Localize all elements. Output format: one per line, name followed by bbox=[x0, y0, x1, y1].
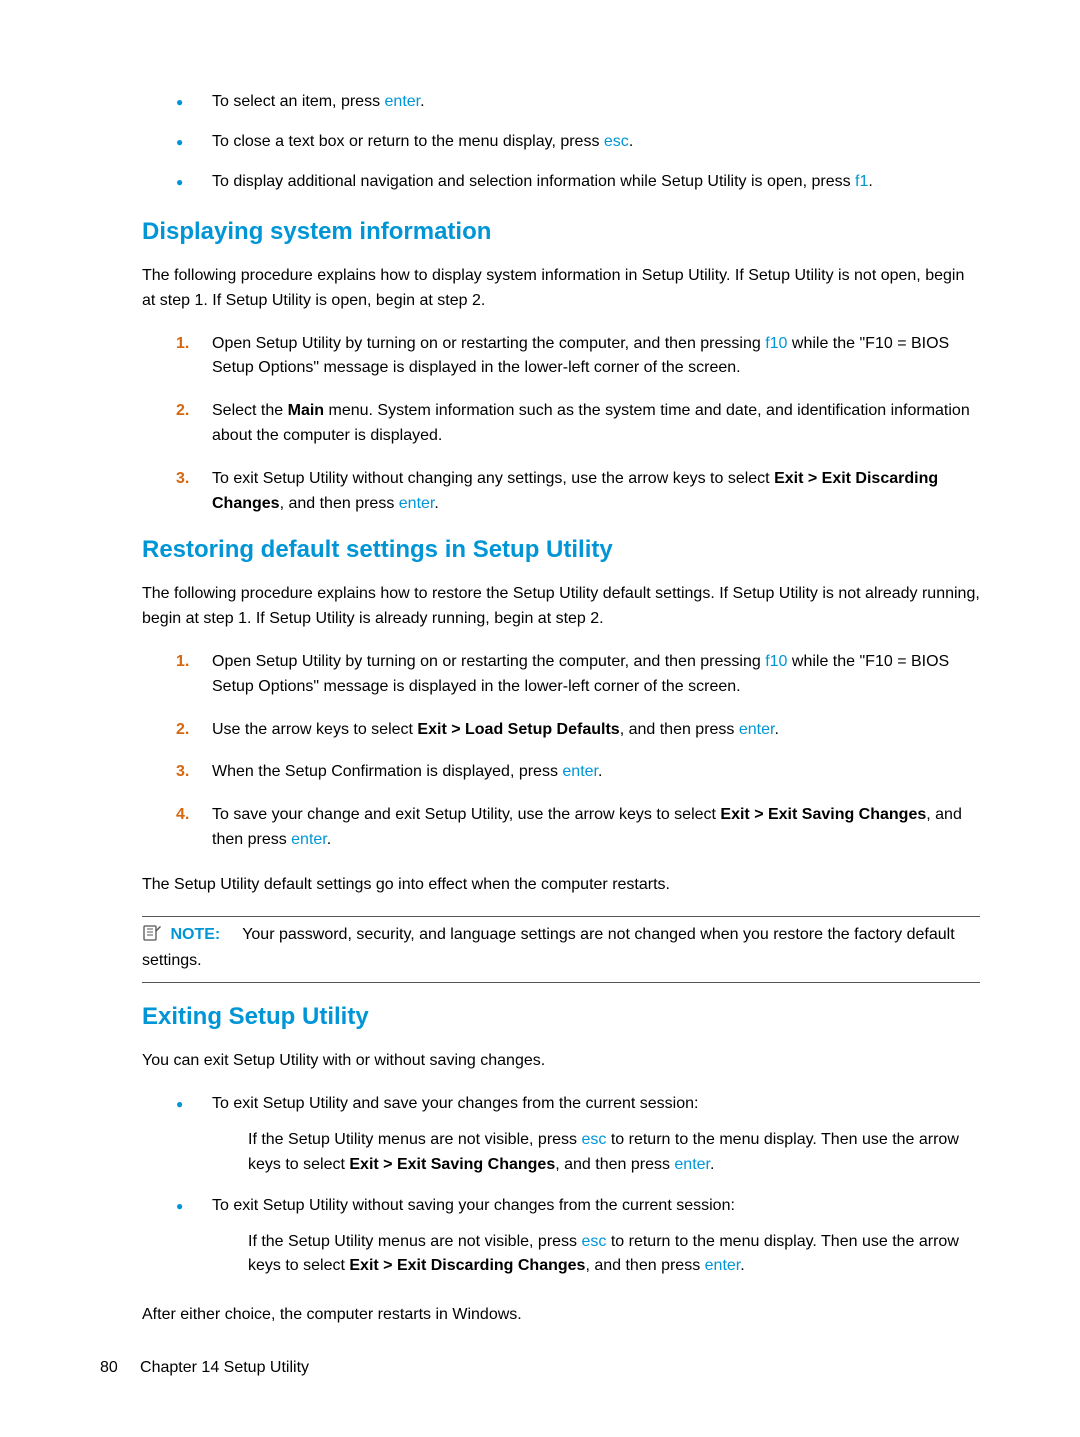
text: To exit Setup Utility and save your chan… bbox=[212, 1095, 698, 1112]
sub-paragraph: If the Setup Utility menus are not visib… bbox=[248, 1230, 980, 1280]
text: To exit Setup Utility without saving you… bbox=[212, 1197, 735, 1214]
note-box: NOTE: Your password, security, and langu… bbox=[142, 916, 980, 984]
page-number: 80 bbox=[100, 1359, 118, 1376]
key-esc: esc bbox=[581, 1233, 606, 1250]
section2-steps: Open Setup Utility by turning on or rest… bbox=[176, 650, 980, 853]
list-item: To exit Setup Utility without changing a… bbox=[176, 467, 980, 517]
key-enter: enter bbox=[705, 1257, 741, 1274]
page-footer: 80 Chapter 14 Setup Utility bbox=[100, 1359, 309, 1377]
key-enter: enter bbox=[562, 763, 598, 780]
sub-paragraph: If the Setup Utility menus are not visib… bbox=[248, 1128, 980, 1178]
list-item: Open Setup Utility by turning on or rest… bbox=[176, 332, 980, 382]
section1-steps: Open Setup Utility by turning on or rest… bbox=[176, 332, 980, 517]
text: . bbox=[327, 831, 331, 848]
text: When the Setup Confirmation is displayed… bbox=[212, 763, 562, 780]
list-item: Select the Main menu. System information… bbox=[176, 399, 980, 449]
text: Use the arrow keys to select bbox=[212, 721, 417, 738]
section3-bullet-list: To exit Setup Utility and save your chan… bbox=[176, 1092, 980, 1279]
key-f1: f1 bbox=[855, 173, 868, 190]
bold-text: Main bbox=[288, 402, 324, 419]
intro-bullet-list: To select an item, press enter. To close… bbox=[176, 90, 980, 194]
bold-text: Exit > Exit Discarding Changes bbox=[349, 1257, 585, 1274]
bold-text: Exit > Exit Saving Changes bbox=[720, 806, 926, 823]
text: . bbox=[774, 721, 778, 738]
text: menu. System information such as the sys… bbox=[212, 402, 970, 444]
text: . bbox=[629, 133, 633, 150]
section-outro: After either choice, the computer restar… bbox=[142, 1303, 980, 1328]
text: , and then press bbox=[555, 1156, 674, 1173]
key-enter: enter bbox=[385, 93, 421, 110]
key-enter: enter bbox=[674, 1156, 710, 1173]
text: . bbox=[740, 1257, 744, 1274]
list-item: To save your change and exit Setup Utili… bbox=[176, 803, 980, 853]
text: To exit Setup Utility without changing a… bbox=[212, 470, 774, 487]
text: Open Setup Utility by turning on or rest… bbox=[212, 653, 765, 670]
text: If the Setup Utility menus are not visib… bbox=[248, 1131, 581, 1148]
key-f10: f10 bbox=[765, 335, 787, 352]
list-item: To exit Setup Utility without saving you… bbox=[176, 1194, 980, 1280]
content-block: To select an item, press enter. To close… bbox=[142, 90, 980, 1328]
key-enter: enter bbox=[739, 721, 775, 738]
key-enter: enter bbox=[399, 495, 435, 512]
key-esc: esc bbox=[604, 133, 629, 150]
bold-text: Exit > Load Setup Defaults bbox=[417, 721, 619, 738]
list-item: To exit Setup Utility and save your chan… bbox=[176, 1092, 980, 1178]
key-esc: esc bbox=[581, 1131, 606, 1148]
chapter-label: Chapter 14 Setup Utility bbox=[140, 1359, 309, 1376]
note-text: Your password, security, and language se… bbox=[142, 926, 955, 970]
list-item: When the Setup Confirmation is displayed… bbox=[176, 760, 980, 785]
section-intro: The following procedure explains how to … bbox=[142, 582, 980, 632]
page: To select an item, press enter. To close… bbox=[0, 0, 1080, 1437]
text: If the Setup Utility menus are not visib… bbox=[248, 1233, 581, 1250]
text: To select an item, press bbox=[212, 93, 385, 110]
text: . bbox=[598, 763, 602, 780]
text: , and then press bbox=[585, 1257, 704, 1274]
text: . bbox=[434, 495, 438, 512]
text: Open Setup Utility by turning on or rest… bbox=[212, 335, 765, 352]
section-outro: The Setup Utility default settings go in… bbox=[142, 873, 980, 898]
text: . bbox=[420, 93, 424, 110]
note-icon bbox=[142, 924, 162, 951]
text: . bbox=[710, 1156, 714, 1173]
key-enter: enter bbox=[291, 831, 327, 848]
text: To close a text box or return to the men… bbox=[212, 133, 604, 150]
key-f10: f10 bbox=[765, 653, 787, 670]
heading-displaying-system-information: Displaying system information bbox=[142, 218, 980, 246]
text: . bbox=[868, 173, 872, 190]
text: , and then press bbox=[280, 495, 399, 512]
text: Select the bbox=[212, 402, 288, 419]
note-label: NOTE: bbox=[170, 926, 220, 943]
bold-text: Exit > Exit Saving Changes bbox=[349, 1156, 555, 1173]
text: To display additional navigation and sel… bbox=[212, 173, 855, 190]
list-item: Open Setup Utility by turning on or rest… bbox=[176, 650, 980, 700]
heading-exiting-setup-utility: Exiting Setup Utility bbox=[142, 1003, 980, 1031]
section-intro: The following procedure explains how to … bbox=[142, 264, 980, 314]
text: , and then press bbox=[620, 721, 739, 738]
heading-restoring-defaults: Restoring default settings in Setup Util… bbox=[142, 536, 980, 564]
section-intro: You can exit Setup Utility with or witho… bbox=[142, 1049, 980, 1074]
list-item: To select an item, press enter. bbox=[176, 90, 980, 114]
list-item: To close a text box or return to the men… bbox=[176, 130, 980, 154]
list-item: Use the arrow keys to select Exit > Load… bbox=[176, 718, 980, 743]
list-item: To display additional navigation and sel… bbox=[176, 170, 980, 194]
text: To save your change and exit Setup Utili… bbox=[212, 806, 720, 823]
